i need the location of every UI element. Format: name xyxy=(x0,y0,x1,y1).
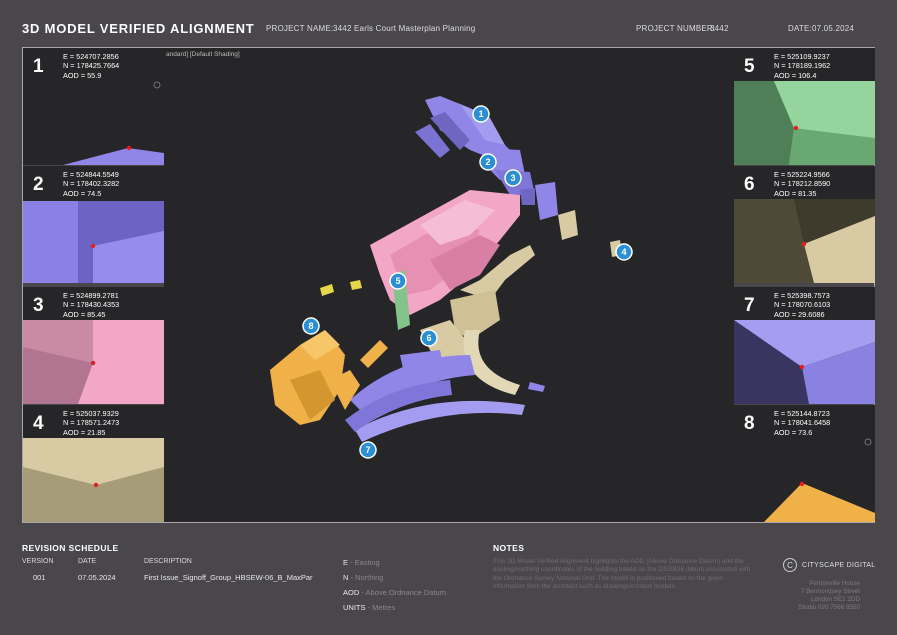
building-cluster-yellow xyxy=(320,280,362,296)
company-address: Pentonville House 7 Bermondsey Street Lo… xyxy=(798,580,860,611)
legend-aod: AOD - Above Ordnance Datum xyxy=(343,588,446,597)
page-title: 3D MODEL VERIFIED ALIGNMENT xyxy=(22,21,255,36)
svg-text:6: 6 xyxy=(426,333,431,343)
marker-8[interactable]: 8 xyxy=(302,317,320,335)
project-number: 3442 xyxy=(710,24,729,33)
legend-northing: N - Northing xyxy=(343,573,384,582)
panel-coordinates: E = 524844.5549 N = 178402.3282 AOD = 74.5 xyxy=(63,170,120,198)
detail-panel-6: 6 E = 525224.9566 N = 178212.8590 AOD = 81… xyxy=(734,166,875,283)
model-render: 1 2 3 4 5 6 7 8 xyxy=(270,96,633,459)
detail-panel-2: 2 E = 524844.5549 N = 178402.3282 AOD = 74… xyxy=(23,166,164,283)
svg-text:5: 5 xyxy=(395,276,400,286)
col-date: DATE xyxy=(78,558,97,565)
svg-text:4: 4 xyxy=(621,247,626,257)
svg-text:8: 8 xyxy=(308,321,313,331)
notes-text: This 3D Model Verified Alignment highlig… xyxy=(493,558,751,591)
detail-panel-8: 8 E = 525144.8723 N = 178041.6458 AOD = 73… xyxy=(734,405,875,522)
marker-6[interactable]: 6 xyxy=(420,329,438,347)
marker-2[interactable]: 2 xyxy=(479,153,497,171)
panel-number: 5 xyxy=(744,56,755,77)
panel-coordinates: E = 525224.9566 N = 178212.8590 AOD = 81.3… xyxy=(774,170,831,198)
panel-coordinates: E = 524707.2856 N = 178425.7664 AOD = 55.9 xyxy=(63,52,120,80)
marker-7[interactable]: 7 xyxy=(359,441,377,459)
notes-heading: NOTES xyxy=(493,543,525,553)
svg-text:3: 3 xyxy=(510,173,515,183)
detail-panel-3: 3 E = 524899.2781 N = 178430.4353 AOD = 85… xyxy=(23,287,164,404)
legend-units: UNITS - Metres xyxy=(343,603,396,612)
panel-number: 4 xyxy=(33,413,44,434)
revision-heading: REVISION SCHEDULE xyxy=(22,543,119,553)
panel-number: 1 xyxy=(33,56,44,77)
marker-5[interactable]: 5 xyxy=(389,272,407,290)
col-description: DESCRIPTION xyxy=(144,558,192,565)
company-name: CITYSCAPE DIGITAL xyxy=(802,562,876,569)
detail-panel-1: 1 E = 524707.2856 N = 178425.7664 AOD = 55… xyxy=(23,48,164,165)
panel-coordinates: E = 525398.7573 N = 178070.6103 AOD = 29.6… xyxy=(774,291,831,319)
col-version: VERSION xyxy=(22,558,54,565)
panel-coordinates: E = 525144.8723 N = 178041.6458 AOD = 73.6 xyxy=(774,409,831,437)
date-label: DATE: xyxy=(788,24,812,33)
panel-coordinates: E = 524899.2781 N = 178430.4353 AOD = 85.4… xyxy=(63,291,120,319)
project-name-label: PROJECT NAME: xyxy=(266,24,334,33)
viewport-label: andard] [Default Shading] xyxy=(166,51,240,58)
legend-easting: E - Easting xyxy=(343,558,380,567)
revision-version: 001 xyxy=(33,573,46,582)
marker-3[interactable]: 3 xyxy=(504,169,522,187)
project-name: 3442 Earls Court Masterplan Planning xyxy=(333,24,476,33)
panel-coordinates: E = 525037.9329 N = 178571.2473 AOD = 21.8… xyxy=(63,409,120,437)
detail-panel-5: 5 E = 525109.9237 N = 178189.1962 AOD = 10… xyxy=(734,48,875,165)
building-cluster-7 xyxy=(345,350,545,442)
panel-number: 6 xyxy=(744,174,755,195)
detail-panel-7: 7 E = 525398.7573 N = 178070.6103 AOD = 29… xyxy=(734,287,875,404)
marker-1[interactable]: 1 xyxy=(472,105,490,123)
detail-panel-4: 4 E = 525037.9329 N = 178571.2473 AOD = 21… xyxy=(23,405,164,522)
project-number-label: PROJECT NUMBER: xyxy=(636,24,716,33)
date-value: 07.05.2024 xyxy=(812,24,855,33)
svg-text:2: 2 xyxy=(485,157,490,167)
company-logo-icon: C xyxy=(783,558,797,572)
building-cluster-pink xyxy=(370,190,520,315)
panel-number: 7 xyxy=(744,295,755,316)
svg-text:7: 7 xyxy=(365,445,370,455)
panel-coordinates: E = 525109.9237 N = 178189.1962 AOD = 106.… xyxy=(774,52,831,80)
revision-date: 07.05.2024 xyxy=(78,573,116,582)
revision-description: First Issue_Signoff_Group_HBSEW-06_B_Max… xyxy=(144,573,313,582)
panel-number: 3 xyxy=(33,295,44,316)
marker-4[interactable]: 4 xyxy=(615,243,633,261)
header: 3D MODEL VERIFIED ALIGNMENT PROJECT NAME… xyxy=(0,0,897,46)
model-viewport[interactable]: 1 2 3 4 5 6 7 8 xyxy=(164,48,734,522)
panel-number: 8 xyxy=(744,413,755,434)
svg-text:1: 1 xyxy=(478,109,483,119)
panel-number: 2 xyxy=(33,174,44,195)
